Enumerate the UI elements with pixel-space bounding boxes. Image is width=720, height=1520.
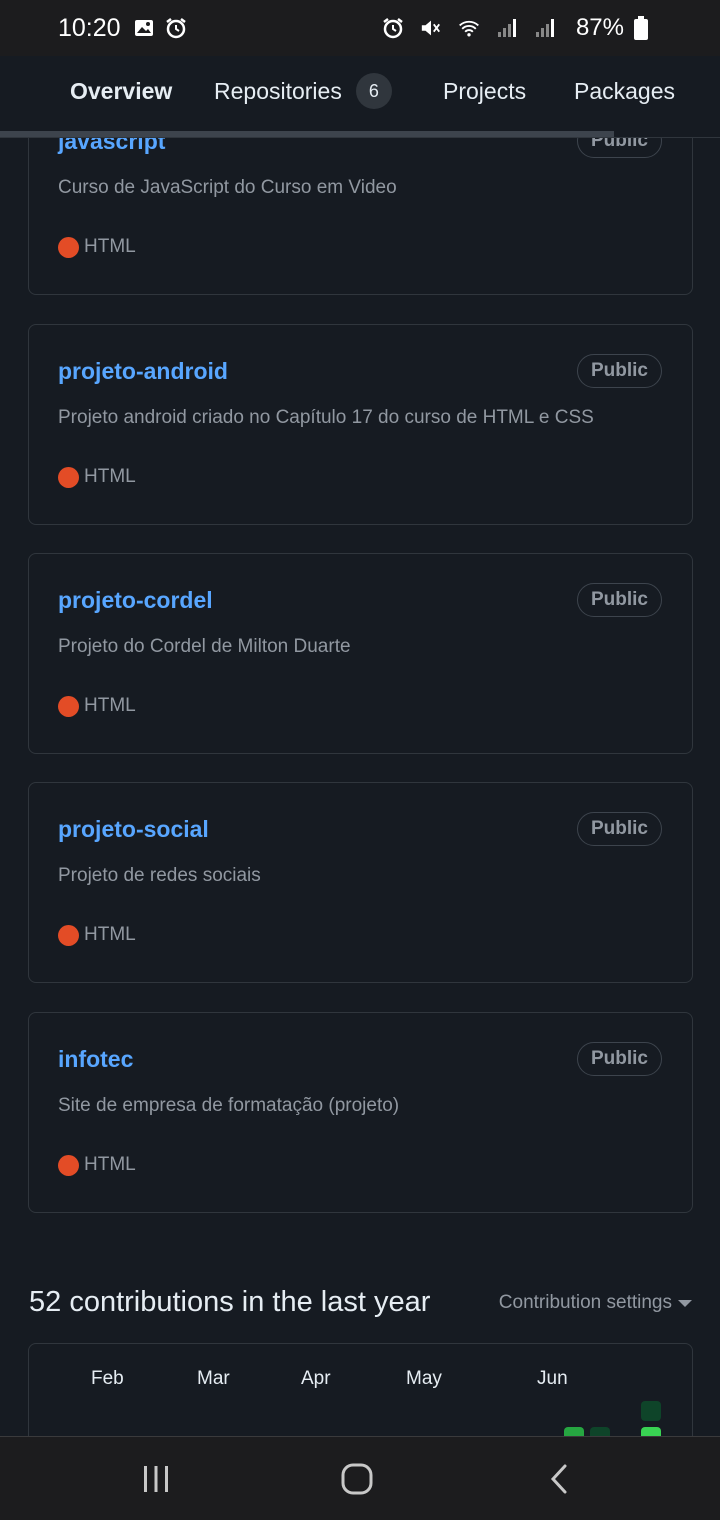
repo-card[interactable]: projeto-social Public Projeto de redes s… [28,782,693,983]
month-label: Apr [301,1368,331,1389]
android-nav-bar [0,1436,720,1520]
back-icon [550,1464,567,1494]
visibility-badge: Public [576,583,662,617]
tab-overview[interactable]: Overview [70,56,172,126]
mute-icon [420,17,442,39]
signal-icon [496,17,518,39]
tab-label: Projects [443,77,527,104]
tab-scroll-indicator[interactable] [0,131,614,137]
contribution-settings-dropdown[interactable]: Contribution settings [499,1292,692,1314]
alarm-icon [382,17,404,39]
battery-level: 87% [575,14,624,41]
repo-card[interactable]: projeto-android Public Projeto android c… [28,324,693,525]
repo-name-link[interactable]: projeto-social [58,816,209,843]
profile-tab-nav: Overview Repositories 6 Projects Package… [0,56,720,179]
contributions-heading: 52 contributions in the last year [29,1286,431,1318]
repo-name-link[interactable]: projeto-android [58,358,228,385]
visibility-badge: Public [576,812,662,846]
home-button[interactable] [327,1457,387,1501]
tab-label: Repositories [214,77,342,104]
alarm-icon [165,17,187,39]
month-label: Feb [91,1368,124,1389]
repo-description: Projeto do Cordel de Milton Duarte [58,636,351,657]
repo-name-link[interactable]: projeto-cordel [58,587,213,614]
tab-projects[interactable]: Projects [443,56,526,126]
status-right-group: 87% [382,14,662,42]
repo-description: Projeto android criado no Capítulo 17 do… [58,407,594,428]
tab-label: Overview [70,77,173,104]
repo-card[interactable]: projeto-cordel Public Projeto do Cordel … [28,553,693,754]
tab-label: Packages [574,77,676,104]
repo-language: HTML [58,1154,136,1176]
month-label: May [406,1368,442,1389]
home-icon [341,1463,373,1495]
tab-repositories[interactable]: Repositories 6 [214,56,392,126]
language-label: HTML [84,236,136,257]
wifi-icon [458,17,480,39]
repositories-count-badge: 6 [355,73,392,109]
caret-down-icon [678,1299,692,1307]
repo-card[interactable]: javascript Public Curso de JavaScript do… [28,138,693,295]
recent-apps-button[interactable] [126,1457,186,1501]
language-color-dot [58,236,79,258]
gallery-icon [133,17,155,39]
contribution-cell[interactable] [641,1401,661,1421]
tab-packages[interactable]: Packages [574,56,675,126]
status-bar: 10:20 87% [0,0,720,56]
battery-icon [630,16,652,40]
month-label: Jun [537,1368,568,1389]
language-color-dot [58,924,79,946]
visibility-badge: Public [576,354,662,388]
contribution-settings-label: Contribution settings [498,1292,672,1313]
repo-description: Projeto de redes sociais [58,865,261,886]
language-label: HTML [84,1154,136,1175]
language-label: HTML [84,695,136,716]
language-label: HTML [84,924,136,945]
repo-description: Curso de JavaScript do Curso em Video [58,177,397,198]
repo-language: HTML [58,695,136,717]
repo-language: HTML [58,466,136,488]
repo-card[interactable]: infotec Public Site de empresa de format… [28,1012,693,1213]
repo-name-link[interactable]: infotec [58,1046,133,1073]
repo-language: HTML [58,236,136,258]
language-color-dot [58,695,79,717]
repo-name-link[interactable]: javascript [58,138,165,155]
language-color-dot [58,1154,79,1176]
back-button[interactable] [529,1457,589,1501]
month-label: Mar [197,1368,230,1389]
visibility-badge: Public [576,138,662,158]
recent-apps-icon [144,1466,168,1492]
repo-language: HTML [58,924,136,946]
visibility-badge: Public [576,1042,662,1076]
signal-icon [534,17,556,39]
repo-description: Site de empresa de formatação (projeto) [58,1095,400,1116]
language-label: HTML [84,466,136,487]
pinned-repo-list: javascript Public Curso de JavaScript do… [0,138,720,1238]
status-time: 10:20 [58,13,121,42]
language-color-dot [58,466,79,488]
